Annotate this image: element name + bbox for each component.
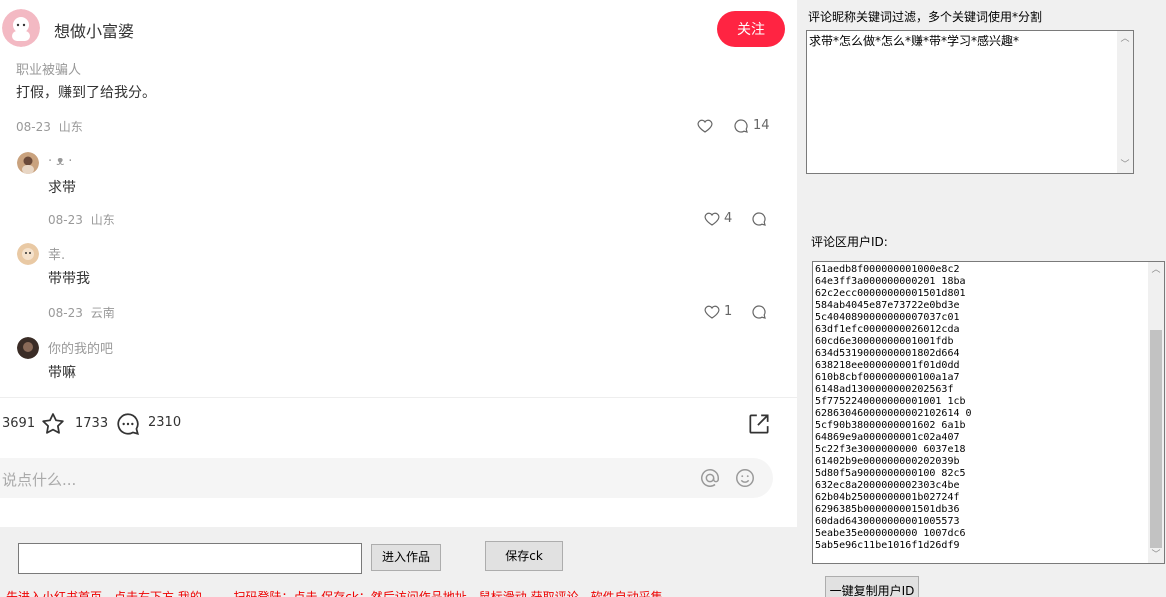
user-id-item: 61aedb8f000000001000e8c2 xyxy=(815,264,960,275)
user-id-item: 63df1efc0000000026012cda xyxy=(815,324,960,335)
user-id-item: 5f7752240000000001001 1cb xyxy=(815,396,966,407)
reply-like-count: 1 xyxy=(724,304,733,319)
author-avatar[interactable] xyxy=(2,9,40,47)
user-id-item: 638218ee000000001f01d0dd xyxy=(815,360,960,371)
comment-reply-count: 14 xyxy=(753,118,770,133)
reply-content: 带嘛 xyxy=(48,365,76,381)
user-id-item: 634d5319000000001802d664 xyxy=(815,348,960,359)
comment-username[interactable]: 职业被骗人 xyxy=(16,59,81,78)
at-icon[interactable] xyxy=(699,467,721,493)
heart-icon[interactable] xyxy=(697,118,713,138)
filter-label: 评论昵称关键词过滤，多个关键词使用*分割 xyxy=(808,10,1043,24)
user-id-item: 61402b9e000000000202039b xyxy=(815,456,960,467)
post-url-input[interactable] xyxy=(18,543,362,574)
chevron-down-icon[interactable]: ﹀ xyxy=(1148,547,1164,563)
post-panel: 想做小富婆 关注 职业被骗人 打假，赚到了给我分。 08-23 山东 14 · … xyxy=(0,0,797,527)
heart-icon[interactable] xyxy=(704,211,720,231)
user-id-item: 632ec8a2000000002303c4be xyxy=(815,480,960,491)
share-icon[interactable] xyxy=(746,411,772,441)
scrollbar-thumb[interactable] xyxy=(1150,330,1162,548)
user-id-item: 610b8cbf000000000100a1a7 xyxy=(815,372,960,383)
emoji-icon[interactable] xyxy=(734,467,756,493)
user-id-item: 5cf90b38000000001602 6a1b xyxy=(815,420,966,431)
follow-button[interactable]: 关注 xyxy=(717,11,785,47)
heart-icon[interactable] xyxy=(704,304,720,324)
star-icon[interactable] xyxy=(40,411,66,441)
reply-meta: 08-23 山东 xyxy=(48,211,115,228)
enter-post-button[interactable]: 进入作品 xyxy=(371,544,441,571)
user-id-item: 62b04b25000000001b02724f xyxy=(815,492,960,503)
post-header: 想做小富婆 关注 xyxy=(0,0,797,58)
user-id-item: 5eabe35e000000000 1007dc6 xyxy=(815,528,966,539)
user-id-item: 5ab5e96c11be1016f1d26df9 xyxy=(815,540,960,551)
post-action-bar: 3691 1733 2310 xyxy=(0,405,797,445)
reply-meta: 08-23 云南 xyxy=(48,304,115,321)
post-like-count[interactable]: 3691 xyxy=(2,416,35,431)
chevron-up-icon[interactable]: ︿ xyxy=(1117,31,1133,47)
user-ids-scrollbar[interactable]: ︿ ﹀ xyxy=(1148,262,1164,563)
reply-avatar[interactable] xyxy=(17,152,39,174)
comment-bubble-icon[interactable] xyxy=(115,411,141,441)
user-id-item: 62c2ecc00000000001501d801 xyxy=(815,288,966,299)
comment-content: 打假，赚到了给我分。 xyxy=(16,85,156,101)
instruction-text: 先进入小红书首页，点击右下方 我的 —— 扫码登陆；点击 保存ck；然后访问作品… xyxy=(6,590,663,597)
reply-location: 山东 xyxy=(90,213,115,227)
user-id-item: 60dad6430000000001005573 xyxy=(815,516,960,527)
reply-username[interactable]: · ᴥ · xyxy=(48,153,72,169)
user-id-item: 5c22f3e3000000000 6037e18 xyxy=(815,444,966,455)
comment-date: 08-23 xyxy=(16,120,51,134)
comment-input[interactable]: 说点什么... xyxy=(0,458,773,498)
comment-bubble-icon[interactable] xyxy=(751,304,767,324)
save-ck-button[interactable]: 保存ck xyxy=(485,541,563,571)
user-id-item: 628630460000000002102614 0 xyxy=(815,408,972,419)
reply-content: 求带 xyxy=(48,180,76,196)
reply-content: 带带我 xyxy=(48,271,90,287)
filter-scrollbar[interactable]: ︿ ﹀ xyxy=(1117,31,1133,173)
user-id-item: 5d80f5a9000000000100 82c5 xyxy=(815,468,966,479)
user-ids-list: 61aedb8f000000001000e8c2 64e3ff3a00000000… xyxy=(815,264,972,552)
comment-bubble-icon[interactable] xyxy=(751,211,767,231)
user-id-item: 64869e9a000000001c02a407 xyxy=(815,432,960,443)
chevron-down-icon[interactable]: ﹀ xyxy=(1117,157,1133,173)
reply-location: 云南 xyxy=(90,306,115,320)
filter-value: 求带*怎么做*怎么*赚*带*学习*感兴趣* xyxy=(809,34,1020,48)
user-ids-textarea[interactable]: 61aedb8f000000001000e8c2 64e3ff3a00000000… xyxy=(812,261,1165,564)
filter-textarea[interactable]: 求带*怎么做*怎么*赚*带*学习*感兴趣* ︿ ﹀ xyxy=(806,30,1134,174)
comment-bubble-icon[interactable] xyxy=(733,118,749,138)
author-name[interactable]: 想做小富婆 xyxy=(54,18,134,42)
divider xyxy=(0,397,797,398)
user-id-item: 6148ad1300000000202563f xyxy=(815,384,954,395)
comment-location: 山东 xyxy=(58,120,83,134)
reply-username[interactable]: 你的我的吧 xyxy=(48,338,113,357)
reply-avatar[interactable] xyxy=(17,337,39,359)
reply-date: 08-23 xyxy=(48,213,83,227)
reply-date: 08-23 xyxy=(48,306,83,320)
chevron-up-icon[interactable]: ︿ xyxy=(1148,262,1164,278)
post-comment-count[interactable]: 2310 xyxy=(148,415,181,430)
copy-user-ids-button[interactable]: 一键复制用户ID xyxy=(825,576,919,597)
user-id-item: 60cd6e30000000001001fdb xyxy=(815,336,954,347)
user-id-item: 584ab4045e87e73722e0bd3e xyxy=(815,300,960,311)
comment-input-placeholder: 说点什么... xyxy=(2,471,77,489)
reply-avatar[interactable] xyxy=(17,243,39,265)
user-ids-label: 评论区用户ID: xyxy=(811,235,888,249)
user-id-item: 6296385b000000001501db36 xyxy=(815,504,960,515)
user-id-item: 64e3ff3a000000000201 18ba xyxy=(815,276,966,287)
reply-like-count: 4 xyxy=(724,211,733,226)
post-collect-count[interactable]: 1733 xyxy=(75,416,108,431)
user-id-item: 5c4040890000000007037c01 xyxy=(815,312,960,323)
reply-username[interactable]: 幸. xyxy=(48,244,65,263)
comment-meta: 08-23 山东 xyxy=(16,118,83,135)
